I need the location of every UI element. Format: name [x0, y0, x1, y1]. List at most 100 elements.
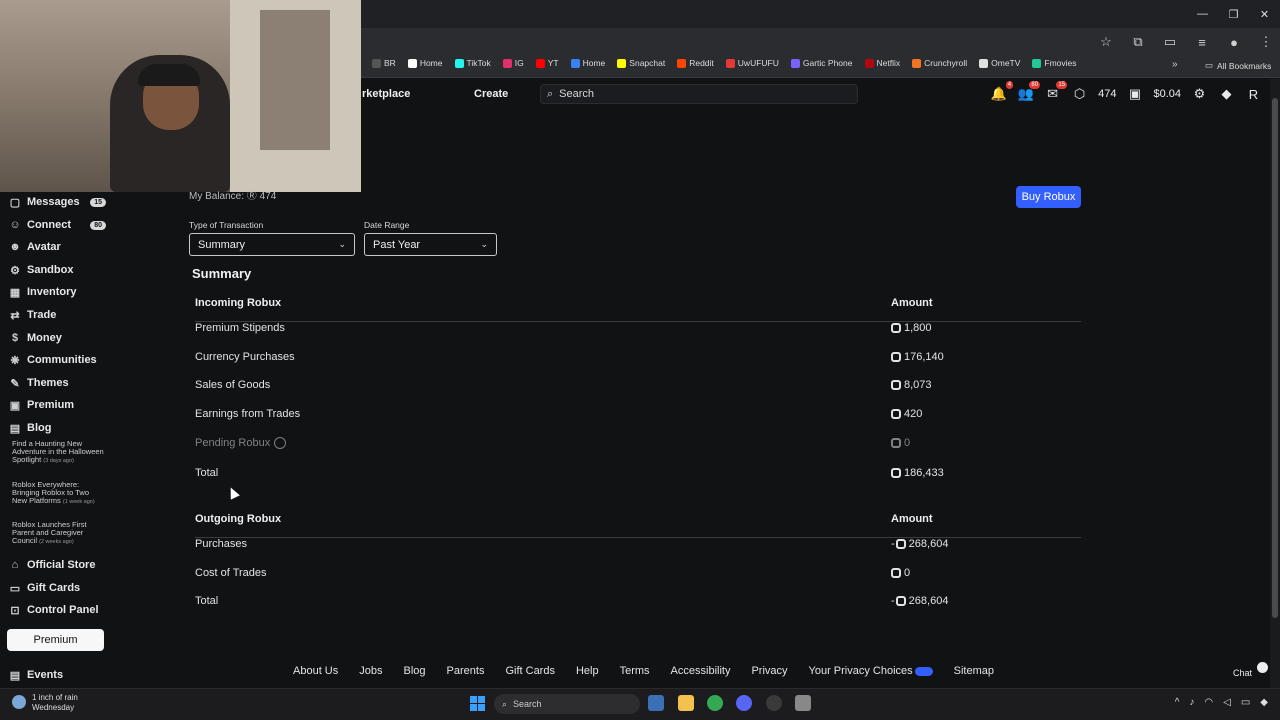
blog-post-link[interactable]: Roblox Everywhere: Bringing Roblox to Tw…: [12, 481, 104, 506]
weather-widget[interactable]: 1 inch of rain Wednesday: [12, 693, 78, 713]
tab-search-icon[interactable]: ≡: [1194, 35, 1210, 50]
sidebar-item-trade[interactable]: ⇄ Trade: [8, 308, 108, 322]
cast-icon[interactable]: ▭: [1162, 34, 1178, 50]
bookmark-favicon-icon: [617, 58, 627, 68]
roblox-studio-icon[interactable]: ◆: [1218, 86, 1235, 103]
discord-icon[interactable]: [736, 695, 752, 711]
bookmark-item[interactable]: Home: [570, 58, 605, 68]
blog-post-link[interactable]: Find a Haunting New Adventure in the Hal…: [12, 440, 104, 465]
all-bookmarks[interactable]: ▭ All Bookmarks: [1205, 60, 1271, 71]
scrollbar-thumb[interactable]: [1272, 98, 1278, 618]
robux-count[interactable]: 474: [1098, 88, 1116, 100]
volume-icon[interactable]: ◁: [1223, 697, 1231, 708]
row-label-text: Pending Robux: [195, 437, 271, 449]
windows-start-icon[interactable]: [470, 696, 485, 711]
chevron-up-icon[interactable]: ^: [1175, 697, 1180, 708]
sidebar-item-communities[interactable]: ❋ Communities: [8, 353, 108, 367]
sidebar-item-events[interactable]: ▤ Events: [8, 668, 108, 682]
footer-link-privacy[interactable]: Privacy: [751, 665, 787, 677]
obs-icon[interactable]: [766, 695, 782, 711]
profile-icon[interactable]: ●: [1226, 35, 1242, 50]
sidebar-item-avatar[interactable]: ☻ Avatar: [8, 240, 108, 254]
sidebar-item-money[interactable]: $ Money: [8, 331, 108, 345]
footer-privacy-choices[interactable]: Your Privacy Choices: [809, 665, 933, 677]
bookmark-item[interactable]: Netflix: [864, 58, 901, 68]
amount-value: 186,433: [904, 467, 944, 479]
footer-link-gift-cards[interactable]: Gift Cards: [505, 665, 555, 677]
star-icon[interactable]: ☆: [1098, 34, 1114, 50]
chat-button[interactable]: Chat: [1233, 668, 1252, 678]
settings-icon[interactable]: ⚙: [1191, 86, 1208, 103]
bookmark-item[interactable]: Gartic Phone: [790, 58, 853, 68]
app-icon-photos[interactable]: [648, 695, 664, 711]
footer-link-help[interactable]: Help: [576, 665, 599, 677]
transaction-type-label: Type of Transaction: [189, 220, 264, 230]
bookmark-item[interactable]: UwUFUFU: [725, 58, 779, 68]
blog-post-link[interactable]: Roblox Launches First Parent and Caregiv…: [12, 521, 104, 546]
sidebar-item-gift-cards[interactable]: ▭ Gift Cards: [8, 581, 108, 595]
row-label: Premium Stipends: [195, 322, 285, 334]
chat-messages-icon[interactable]: ✉ 15: [1044, 80, 1068, 103]
bookmark-label: Home: [419, 58, 443, 68]
wallet-icon[interactable]: ▣: [1126, 86, 1143, 103]
bookmark-item[interactable]: Crunchyroll: [912, 58, 967, 68]
sidebar-item-themes[interactable]: ✎ Themes: [8, 376, 108, 390]
footer-link-accessibility[interactable]: Accessibility: [671, 665, 731, 677]
extensions-icon[interactable]: ⧉: [1130, 34, 1146, 50]
blog-icon: ▤: [9, 422, 21, 435]
maximize-icon[interactable]: ❐: [1218, 0, 1249, 28]
date-range-select[interactable]: Past Year ⌄: [364, 233, 497, 256]
notification-center-icon[interactable]: ◆: [1260, 697, 1268, 708]
settings-app-icon[interactable]: [795, 695, 811, 711]
wifi-icon[interactable]: ◠: [1204, 697, 1213, 708]
bookmark-item[interactable]: TikTok: [454, 58, 491, 68]
close-icon[interactable]: ✕: [1249, 0, 1280, 28]
row-amount: 0: [891, 567, 910, 579]
footer-link-parents[interactable]: Parents: [447, 665, 485, 677]
search-input[interactable]: ⌕ Search: [540, 84, 858, 104]
bookmark-item[interactable]: Snapchat: [617, 58, 665, 68]
buy-robux-button[interactable]: Buy Robux: [1016, 186, 1081, 208]
bookmark-favicon-icon: [502, 58, 512, 68]
menu-icon[interactable]: ⋮: [1258, 34, 1274, 50]
battery-icon[interactable]: ▭: [1241, 697, 1250, 708]
bookmarks-more-icon[interactable]: »: [1172, 59, 1178, 70]
roblox-extension-icon[interactable]: R: [1245, 86, 1262, 103]
bookmark-item[interactable]: OmeTV: [979, 58, 1020, 68]
sidebar-item-connect[interactable]: ☺ Connect 80: [8, 218, 108, 232]
sidebar-item-official-store[interactable]: ⌂ Official Store: [8, 558, 108, 572]
bookmark-item[interactable]: Home: [407, 58, 443, 68]
taskbar-search[interactable]: ⌕ Search: [494, 694, 640, 714]
minimize-icon[interactable]: —: [1187, 0, 1218, 28]
sidebar-item-inventory[interactable]: ▦ Inventory: [8, 285, 108, 299]
bookmark-item[interactable]: Fmovies: [1032, 58, 1077, 68]
sidebar-item-messages[interactable]: ▢ Messages 15: [8, 195, 108, 209]
microphone-icon[interactable]: ♪: [1189, 697, 1194, 708]
footer-link-terms[interactable]: Terms: [620, 665, 650, 677]
robux-icon: [891, 568, 901, 578]
sidebar-item-premium[interactable]: ▣ Premium: [8, 398, 108, 412]
nav-marketplace[interactable]: rketplace: [362, 88, 410, 100]
footer-link-jobs[interactable]: Jobs: [359, 665, 382, 677]
sidebar-item-sandbox[interactable]: ⚙ Sandbox: [8, 263, 108, 277]
robux-icon[interactable]: ⬡: [1071, 86, 1088, 103]
premium-button[interactable]: Premium: [7, 629, 104, 651]
friends-icon[interactable]: 👥 80: [1017, 80, 1041, 103]
footer-link-sitemap[interactable]: Sitemap: [954, 665, 994, 677]
transaction-type-select[interactable]: Summary ⌄: [189, 233, 355, 256]
bookmark-item[interactable]: YT: [535, 58, 559, 68]
file-explorer-icon[interactable]: [678, 695, 694, 711]
sidebar-item-blog[interactable]: ▤ Blog: [8, 421, 108, 435]
bookmark-item[interactable]: BR: [372, 58, 396, 68]
bookmark-label: Netflix: [876, 58, 901, 68]
bookmark-item[interactable]: Reddit: [677, 58, 714, 68]
sidebar-item-control-panel[interactable]: ⊡ Control Panel: [8, 603, 108, 617]
wallet-balance[interactable]: $0.04: [1153, 88, 1181, 100]
nav-create[interactable]: Create: [474, 88, 508, 100]
notifications-icon[interactable]: 🔔 4: [990, 80, 1014, 103]
bookmark-item[interactable]: IG: [502, 58, 524, 68]
chrome-icon[interactable]: [707, 695, 723, 711]
bookmark-favicon-icon: [454, 58, 464, 68]
footer-link-about-us[interactable]: About Us: [293, 665, 338, 677]
footer-link-blog[interactable]: Blog: [404, 665, 426, 677]
